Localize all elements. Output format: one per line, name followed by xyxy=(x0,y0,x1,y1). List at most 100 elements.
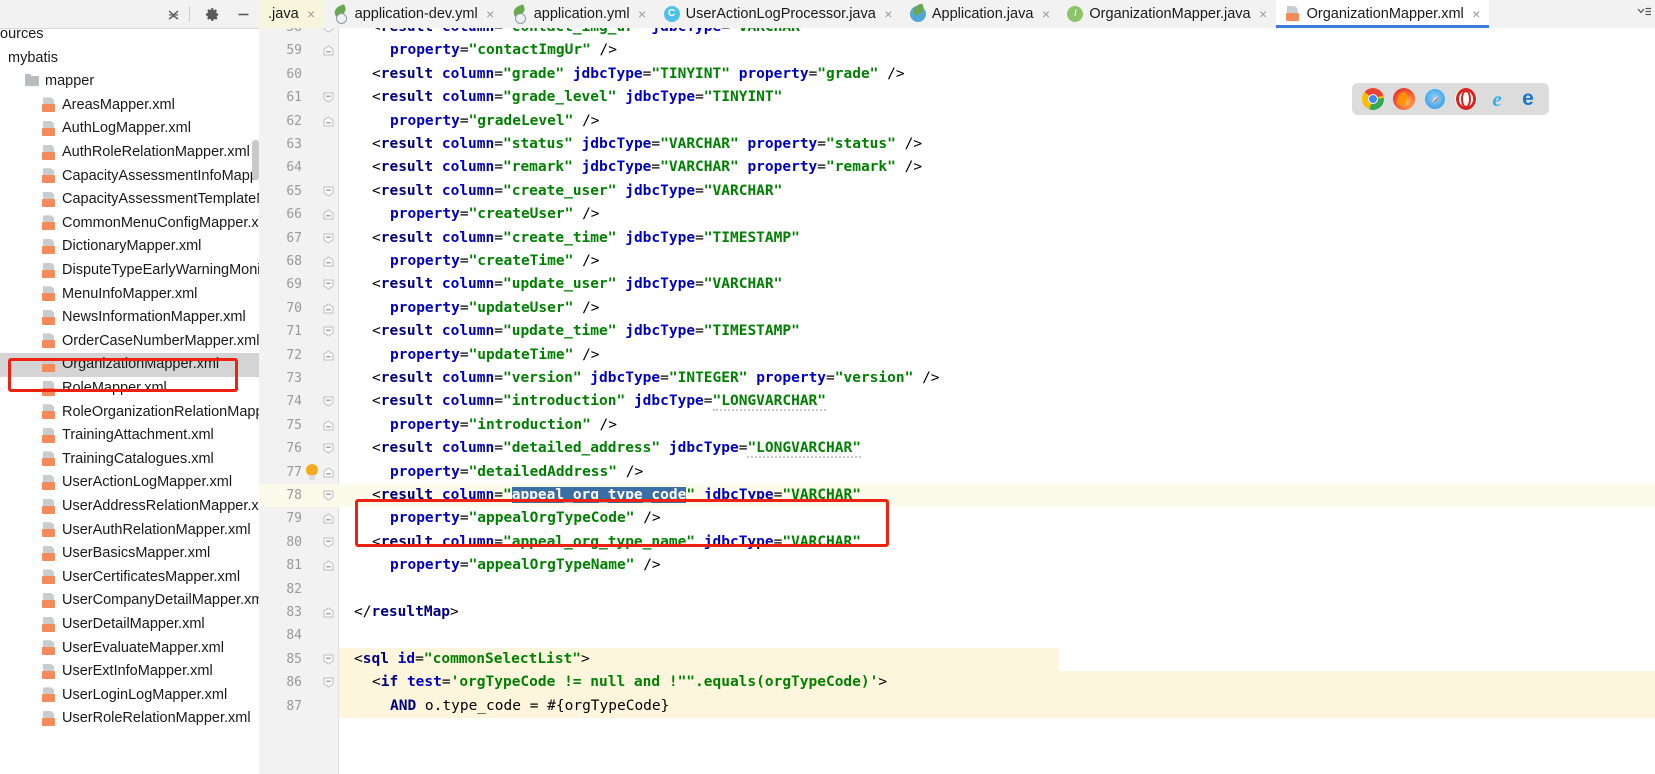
tree-file-item[interactable]: <> UserLoginLogMapper.xml xyxy=(0,684,259,708)
tree-file-item[interactable]: <> TrainingAttachment.xml xyxy=(0,424,259,448)
code-line[interactable]: 65 <result column="create_user" jdbcType=… xyxy=(259,180,1655,203)
fold-expand-icon[interactable] xyxy=(323,443,334,454)
tree-folder-item[interactable]: mapper xyxy=(0,70,259,94)
tree-file-item[interactable]: <> CapacityAssessmentInfoMapper.xml xyxy=(0,165,259,189)
editor-tab-bar[interactable]: .java × application-dev.yml × application.ym… xyxy=(259,0,1655,29)
fold-collapse-icon[interactable] xyxy=(323,513,334,524)
code-line[interactable]: 73 <result column="version" jdbcType="INT… xyxy=(259,367,1655,390)
tree-file-item[interactable]: <> UserExtInfoMapper.xml xyxy=(0,660,259,684)
code-line[interactable]: 68 property="createTime" /> xyxy=(259,250,1655,273)
code-editor[interactable]: 58<result column="contact_img_ur" jdbcTy… xyxy=(259,28,1655,774)
tree-file-item[interactable]: <> AuthLogMapper.xml xyxy=(0,117,259,141)
tree-file-item[interactable]: <> AuthRoleRelationMapper.xml xyxy=(0,141,259,165)
tree-file-item[interactable]: <> CommonMenuConfigMapper.xml xyxy=(0,212,259,236)
file-tree[interactable]: ources mybatis mapper <> AreasMapper.xml <> Au… xyxy=(0,26,259,774)
tree-file-item[interactable]: <> TrainingCatalogues.xml xyxy=(0,448,259,472)
fold-expand-icon[interactable] xyxy=(323,537,334,548)
tree-file-item[interactable]: <> MenuInfoMapper.xml xyxy=(0,283,259,307)
sidebar-scrollbar[interactable] xyxy=(252,140,259,180)
tab-close-icon[interactable]: × xyxy=(1471,7,1482,21)
tree-file-item[interactable]: <> OrderCaseNumberMapper.xml xyxy=(0,330,259,354)
tree-file-item[interactable]: <> UserAuthRelationMapper.xml xyxy=(0,519,259,543)
tree-file-item[interactable]: <> CapacityAssessmentTemplateMapper.xml xyxy=(0,188,259,212)
tree-file-item[interactable]: <> UserEvaluateMapper.xml xyxy=(0,637,259,661)
opera-icon[interactable] xyxy=(1455,88,1477,110)
code-line[interactable]: 70 property="updateUser" /> xyxy=(259,297,1655,320)
edge-icon[interactable]: e xyxy=(1517,88,1539,110)
fold-collapse-icon[interactable] xyxy=(323,256,334,267)
fold-expand-icon[interactable] xyxy=(323,396,334,407)
code-line[interactable]: 85 <sql id="commonSelectList"> xyxy=(259,648,1655,671)
code-line[interactable]: 59 property="contactImgUr" /> xyxy=(259,39,1655,62)
code-line[interactable]: 82 xyxy=(259,578,1655,601)
code-line[interactable]: 66 property="createUser" /> xyxy=(259,203,1655,226)
fold-collapse-icon[interactable] xyxy=(323,420,334,431)
tree-file-item[interactable]: <> UserActionLogMapper.xml xyxy=(0,471,259,495)
tree-file-item[interactable]: <> NewsInformationMapper.xml xyxy=(0,306,259,330)
fold-collapse-icon[interactable] xyxy=(323,349,334,361)
tab-close-icon[interactable]: × xyxy=(883,7,894,21)
tab-close-icon[interactable]: × xyxy=(1040,7,1051,21)
code-line[interactable]: 81 property="appealOrgTypeName" /> xyxy=(259,554,1655,577)
code-line[interactable]: 86 <if test='orgTypeCode != null and !"".… xyxy=(259,671,1655,694)
code-line[interactable]: 76 <result column="detailed_address" jdbc… xyxy=(259,437,1655,460)
browser-launcher-bar[interactable]: ee xyxy=(1352,83,1549,115)
code-line[interactable]: 58<result column="contact_img_ur" jdbcTy… xyxy=(259,28,1655,39)
code-line[interactable]: 69 <result column="update_user" jdbcType=… xyxy=(259,273,1655,296)
code-line[interactable]: 63 <result column="status" jdbcType="VARC… xyxy=(259,133,1655,156)
fold-expand-icon[interactable] xyxy=(323,233,334,244)
tree-folder-item[interactable]: mybatis xyxy=(0,47,259,71)
editor-tab[interactable]: <> OrganizationMapper.xml × xyxy=(1275,0,1489,28)
tab-close-icon[interactable]: × xyxy=(306,7,317,21)
code-line[interactable]: 77 property="detailedAddress" /> xyxy=(259,461,1655,484)
collapse-all-icon[interactable] xyxy=(163,4,183,24)
gear-icon[interactable] xyxy=(202,4,222,24)
tree-file-item[interactable]: <> DisputeTypeEarlyWarningMonitor.xml xyxy=(0,259,259,283)
tree-file-item[interactable]: <> AreasMapper.xml xyxy=(0,94,259,118)
fold-collapse-icon[interactable] xyxy=(323,115,334,127)
tabs-overflow-icon[interactable] xyxy=(1634,5,1654,23)
tree-file-item[interactable]: <> RoleMapper.xml xyxy=(0,377,259,401)
safari-icon[interactable] xyxy=(1424,88,1446,110)
intention-lightbulb-icon[interactable] xyxy=(304,463,320,482)
code-line[interactable]: 87 AND o.type_code = #{orgTypeCode} xyxy=(259,695,1655,718)
tree-file-item[interactable]: <> DictionaryMapper.xml xyxy=(0,235,259,259)
firefox-icon[interactable] xyxy=(1393,88,1415,110)
fold-expand-icon[interactable] xyxy=(323,28,334,33)
fold-collapse-icon[interactable] xyxy=(323,607,334,618)
tree-file-item[interactable]: <> UserCompanyDetailMapper.xml xyxy=(0,589,259,613)
code-line[interactable]: 80 <result column="appeal_org_type_name" … xyxy=(259,531,1655,554)
fold-expand-icon[interactable] xyxy=(323,490,334,501)
fold-collapse-icon[interactable] xyxy=(323,466,334,478)
code-line[interactable]: 79 property="appealOrgTypeCode" /> xyxy=(259,507,1655,530)
fold-collapse-icon[interactable] xyxy=(323,45,334,56)
editor-tab[interactable]: application-dev.yml × xyxy=(324,0,503,28)
code-line[interactable]: 78 <result column="appeal_org_type_code" … xyxy=(259,484,1655,507)
fold-expand-icon[interactable] xyxy=(323,654,334,665)
internet-explorer-icon[interactable]: e xyxy=(1486,88,1508,110)
editor-tab[interactable]: C UserActionLogProcessor.java × xyxy=(655,0,901,28)
tab-close-icon[interactable]: × xyxy=(485,7,496,21)
tree-folder-item[interactable]: ources xyxy=(0,23,259,47)
fold-expand-icon[interactable] xyxy=(323,279,334,290)
fold-expand-icon[interactable] xyxy=(323,677,334,688)
tree-file-item[interactable]: <> UserDetailMapper.xml xyxy=(0,613,259,637)
editor-tab[interactable]: I OrganizationMapper.java × xyxy=(1058,0,1275,28)
editor-tab[interactable]: application.yml × xyxy=(503,0,655,28)
editor-tab[interactable]: Application.java × xyxy=(901,0,1059,28)
code-line[interactable]: 75 property="introduction" /> xyxy=(259,414,1655,437)
chrome-icon[interactable] xyxy=(1362,88,1384,110)
minimize-icon[interactable] xyxy=(233,4,253,24)
code-line[interactable]: 84 xyxy=(259,624,1655,647)
tree-file-item[interactable]: <> UserRoleRelationMapper.xml xyxy=(0,707,259,731)
tree-file-item[interactable]: <> RoleOrganizationRelationMapper.xml xyxy=(0,401,259,425)
tree-file-item[interactable]: <> OrganizationMapper.xml xyxy=(0,353,259,377)
code-line[interactable]: 64 <result column="remark" jdbcType="VARC… xyxy=(259,156,1655,179)
tab-close-icon[interactable]: × xyxy=(637,7,648,21)
code-line[interactable]: 67 <result column="create_time" jdbcType=… xyxy=(259,227,1655,250)
tree-file-item[interactable]: <> UserBasicsMapper.xml xyxy=(0,542,259,566)
fold-expand-icon[interactable] xyxy=(323,326,334,337)
code-line[interactable]: 83 </resultMap> xyxy=(259,601,1655,624)
fold-expand-icon[interactable] xyxy=(323,92,334,103)
fold-collapse-icon[interactable] xyxy=(323,560,334,571)
